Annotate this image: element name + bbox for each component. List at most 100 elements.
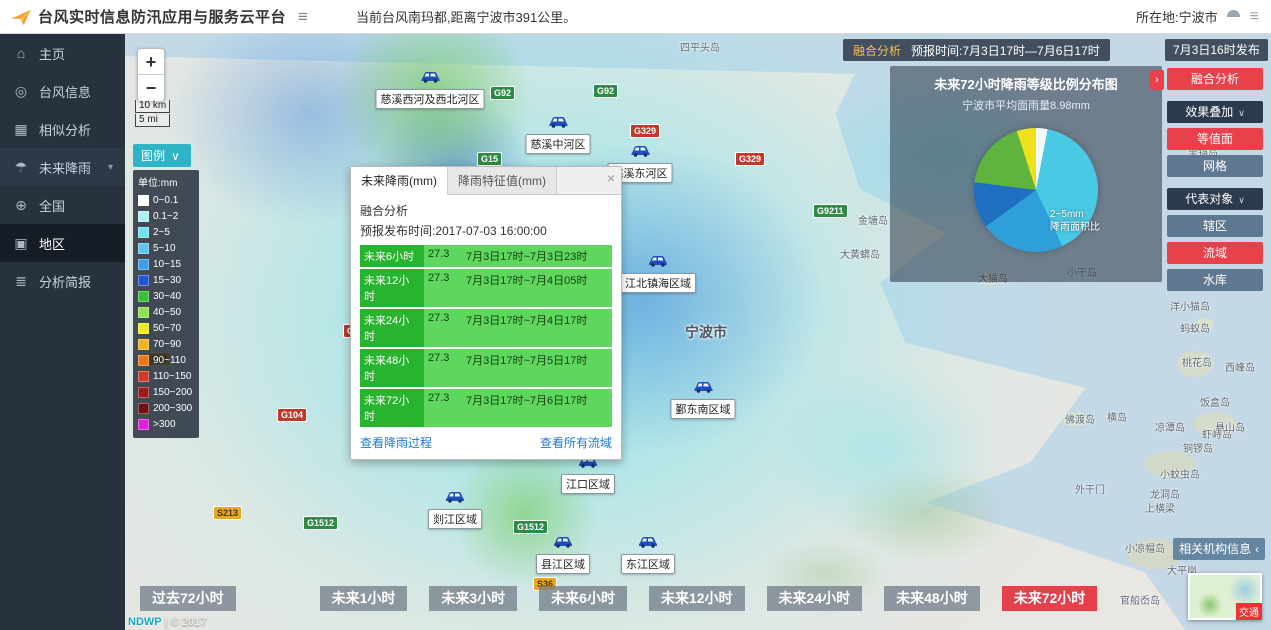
row-period: 未来12小时 <box>360 269 424 307</box>
island-label: 横岛 <box>1107 409 1127 424</box>
time-range-bar: 过去72小时 未来1小时未来3小时未来6小时未来12小时未来24小时未来48小时未… <box>140 586 1097 611</box>
menu-toggle-icon[interactable]: ≡ <box>298 7 308 27</box>
rainfall-table-row: 未来72小时27.37月3日17时~7月6日17时 <box>360 389 612 427</box>
sidebar-item-typhoon-info[interactable]: ◎台风信息 <box>0 72 125 110</box>
layer-button-流域[interactable]: 流域 <box>1167 242 1263 264</box>
car-icon <box>445 490 465 508</box>
basin-marker-label: 鄞东南区域 <box>671 399 736 419</box>
traffic-layer-tag[interactable]: 交通 <box>1236 603 1262 620</box>
rainfall-table-row: 未来12小时27.37月3日17时~7月4日05时 <box>360 269 612 307</box>
basin-marker-label: 县江区域 <box>536 554 590 574</box>
city-label-ningbo: 宁波市 <box>685 322 727 342</box>
layer-button-水库[interactable]: 水库 <box>1167 269 1263 291</box>
legend-item: 50~70 <box>138 320 194 336</box>
island-label: 官船岙岛 <box>1120 592 1160 607</box>
basin-marker-label: 剡江区域 <box>428 509 482 529</box>
basin-marker[interactable]: 东江区域 <box>621 535 675 574</box>
basin-marker[interactable]: 县江区域 <box>536 535 590 574</box>
legend-swatch <box>138 339 149 350</box>
sidebar-item-region[interactable]: ▣地区 <box>0 224 125 262</box>
time-button-未来24小时[interactable]: 未来24小时 <box>767 586 863 611</box>
row-range: 7月3日17时~7月4日17时 <box>462 309 612 347</box>
basin-marker[interactable]: 慈溪中河区 <box>526 115 591 154</box>
map-scale: 10 km 5 mi <box>135 100 170 127</box>
related-info-button[interactable]: 相关机构信息‹ <box>1173 538 1265 560</box>
app-header: 台风实时信息防汛应用与服务云平台 ≡ 当前台风南玛都,距离宁波市391公里。 所… <box>0 0 1271 34</box>
island-label: 虾峙岛 <box>1202 426 1232 441</box>
legend-swatch <box>138 307 149 318</box>
island-label: 蚂蚁岛 <box>1180 320 1210 335</box>
future-rain-icon: ☂ <box>12 159 30 176</box>
sidebar-item-home[interactable]: ⌂主页 <box>0 34 125 72</box>
legend-swatch <box>138 371 149 382</box>
tab-future-rain[interactable]: 未来降雨(mm) <box>351 167 448 195</box>
legend-item: 40~50 <box>138 304 194 320</box>
island-label: 小凉帽岛 <box>1125 540 1165 555</box>
national-icon: ⊕ <box>12 197 30 214</box>
row-value: 27.3 <box>424 349 462 387</box>
row-period: 未来6小时 <box>360 245 424 267</box>
basin-marker[interactable]: 剡江区域 <box>428 490 482 529</box>
time-button-未来6小时[interactable]: 未来6小时 <box>539 586 627 611</box>
legend-swatch <box>138 227 149 238</box>
basin-marker[interactable]: 江北镇海区域 <box>620 254 696 293</box>
popup-tabs: 未来降雨(mm) 降雨特征值(mm) × <box>351 167 621 195</box>
time-button-未来1小时[interactable]: 未来1小时 <box>320 586 408 611</box>
sidebar-item-similar-analysis[interactable]: ▦相似分析 <box>0 110 125 148</box>
legend-item: >300 <box>138 416 194 432</box>
report-icon: ≣ <box>12 273 30 290</box>
rainfall-table-row: 未来6小时27.37月3日17时~7月3日23时 <box>360 245 612 267</box>
legend-item: 10~15 <box>138 256 194 272</box>
rain-distribution-panel: 未来72小时降雨等级比例分布图 宁波市平均面雨量8.98mm 2~5mm 降雨面… <box>890 66 1162 282</box>
sidebar-item-national[interactable]: ⊕全国 <box>0 186 125 224</box>
layer-button-效果叠加[interactable]: 效果叠加∨ <box>1167 101 1263 123</box>
chevron-down-icon: ▾ <box>108 162 113 173</box>
popup-source-label: 融合分析 <box>360 202 612 219</box>
row-range: 7月3日17时~7月3日23时 <box>462 245 612 267</box>
time-button-未来48小时[interactable]: 未来48小时 <box>884 586 980 611</box>
time-button-未来3小时[interactable]: 未来3小时 <box>429 586 517 611</box>
legend-swatch <box>138 419 149 430</box>
view-rain-process-link[interactable]: 查看降雨过程 <box>360 434 432 451</box>
layer-control-panel: 融合分析效果叠加∨ 等值面网格代表对象∨ 辖区流域水库 <box>1167 68 1263 302</box>
legend-swatch <box>138 323 149 334</box>
location-label: 所在地:宁波市 <box>1136 7 1218 26</box>
basin-marker[interactable]: 江口区域 <box>561 455 615 494</box>
basin-marker[interactable]: 慈溪西河及西北河区 <box>376 70 485 109</box>
row-range: 7月3日17时~7月4日05时 <box>462 269 612 307</box>
basin-marker[interactable]: 鄞东南区域 <box>671 380 736 419</box>
map-canvas[interactable]: + − 10 km 5 mi 图例∨ 单位:mm 0~0.10.1~22~55~… <box>125 34 1271 630</box>
pie-annotation: 2~5mm 降雨面积比 <box>1050 208 1100 234</box>
home-icon: ⌂ <box>12 45 30 61</box>
view-all-basins-link[interactable]: 查看所有流域 <box>540 434 612 451</box>
panel-collapse-handle[interactable]: › <box>1150 70 1164 90</box>
hamburger-icon[interactable]: ≡ <box>1250 8 1259 26</box>
legend-swatch <box>138 403 149 414</box>
row-period: 未来24小时 <box>360 309 424 347</box>
legend-item: 0.1~2 <box>138 208 194 224</box>
user-icon[interactable] <box>1226 9 1242 25</box>
island-label: 西峰岛 <box>1225 359 1255 374</box>
zoom-out-button[interactable]: − <box>138 75 164 101</box>
layer-button-代表对象[interactable]: 代表对象∨ <box>1167 188 1263 210</box>
sidebar-item-report[interactable]: ≣分析简报 <box>0 262 125 300</box>
car-icon <box>553 535 573 553</box>
car-icon <box>548 115 568 133</box>
layer-button-网格[interactable]: 网格 <box>1167 155 1263 177</box>
close-icon[interactable]: × <box>607 170 615 186</box>
legend-toggle[interactable]: 图例∨ <box>133 144 191 167</box>
layer-button-辖区[interactable]: 辖区 <box>1167 215 1263 237</box>
zoom-in-button[interactable]: + <box>138 49 164 75</box>
tab-rain-feature[interactable]: 降雨特征值(mm) <box>448 167 557 194</box>
time-button-未来72小时[interactable]: 未来72小时 <box>1002 586 1098 611</box>
app-logo-icon <box>10 8 32 26</box>
legend-panel: 图例∨ 单位:mm 0~0.10.1~22~55~1010~1515~3030~… <box>133 144 199 438</box>
mini-map[interactable]: 交通 <box>1188 573 1262 620</box>
scale-mi: 5 mi <box>135 114 170 127</box>
analysis-mode-label: 融合分析 <box>853 42 901 59</box>
layer-button-融合分析[interactable]: 融合分析 <box>1167 68 1263 90</box>
layer-button-等值面[interactable]: 等值面 <box>1167 128 1263 150</box>
time-button-过去72小时[interactable]: 过去72小时 <box>140 586 236 611</box>
sidebar-item-future-rain[interactable]: ☂未来降雨▾ <box>0 148 125 186</box>
time-button-未来12小时[interactable]: 未来12小时 <box>649 586 745 611</box>
